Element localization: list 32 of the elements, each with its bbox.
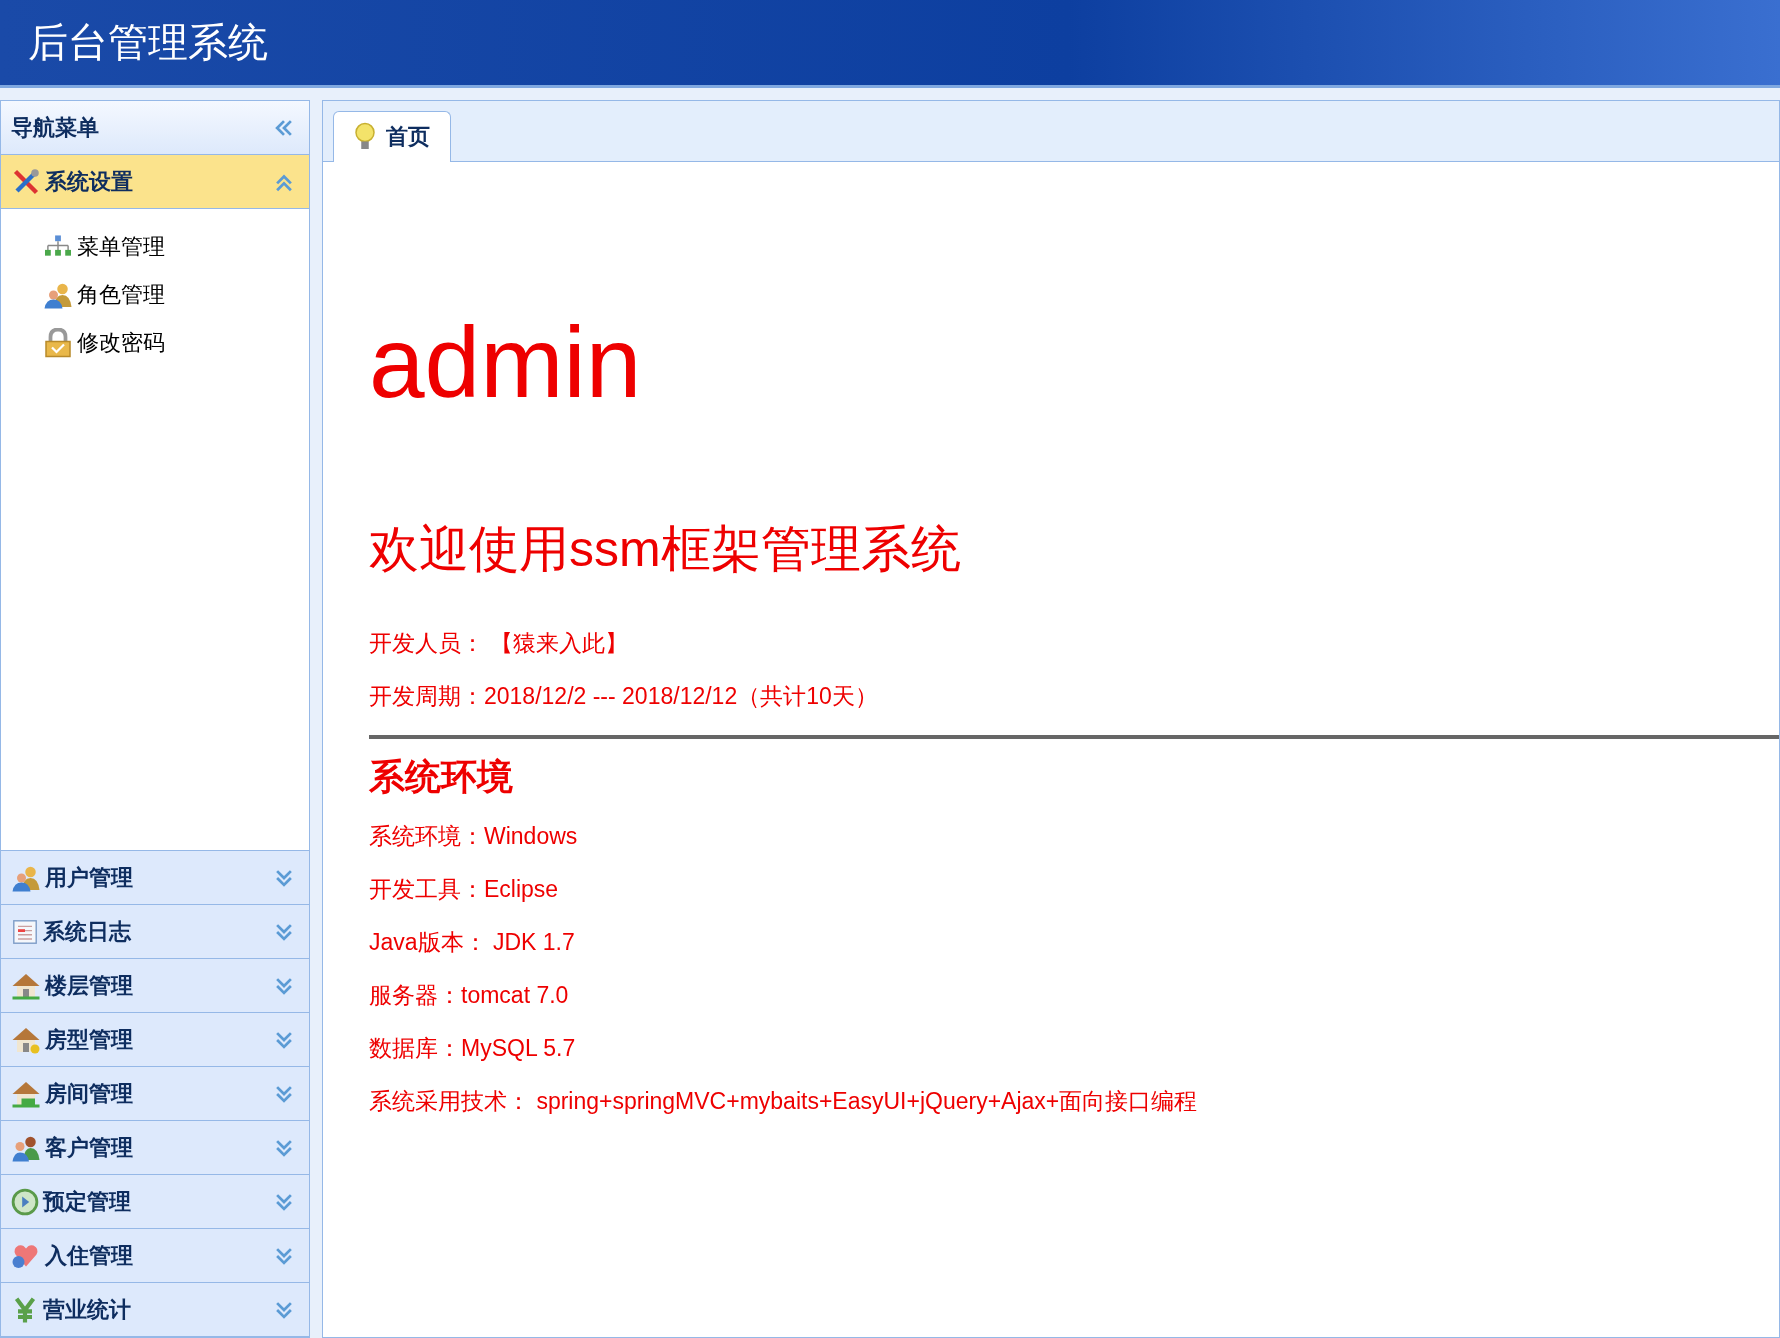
accordion-header[interactable]: 营业统计: [1, 1283, 309, 1337]
menu-item[interactable]: 修改密码: [1, 319, 309, 367]
clock-icon: [11, 1187, 39, 1216]
info-text: Java版本： JDK 1.7: [369, 928, 576, 957]
menu-item[interactable]: 菜单管理: [1, 223, 309, 271]
info-text: 服务器：tomcat 7.0: [369, 981, 570, 1010]
menu-item[interactable]: 角色管理: [1, 271, 309, 319]
tools-icon: [11, 166, 41, 197]
welcome-heading: 欢迎使用ssm框架管理系统: [369, 522, 962, 577]
app-title: 后台管理系统: [28, 18, 268, 67]
list-icon: [11, 917, 39, 946]
accordion-header[interactable]: 系统设置: [1, 155, 309, 209]
tab[interactable]: 首页: [333, 111, 451, 162]
info-text: 系统采用技术： spring+springMVC+mybaits+EasyUI+jQuery+Ajax+面向接口编程: [369, 1087, 1199, 1116]
accordion-header[interactable]: 客户管理: [1, 1121, 309, 1175]
accordion-header[interactable]: 房间管理: [1, 1067, 309, 1121]
accordion-header[interactable]: 房型管理: [1, 1013, 309, 1067]
accordion-header[interactable]: 入住管理: [1, 1229, 309, 1283]
section-heading: 系统环境: [369, 755, 514, 799]
info-text: 开发工具：Eclipse: [369, 875, 560, 904]
lightbulb-icon: [354, 122, 376, 152]
info-text: 系统环境：Windows: [369, 822, 579, 851]
nav-title: 导航菜单: [11, 113, 99, 142]
accordion-header[interactable]: 系统日志: [1, 905, 309, 959]
accordion-header[interactable]: 楼层管理: [1, 959, 309, 1013]
username-heading: admin: [369, 312, 643, 412]
lock-icon: [43, 328, 73, 358]
info-text: 开发人员： 【猿来入此】: [369, 629, 630, 658]
info-text: 数据库：MySQL 5.7: [369, 1034, 577, 1063]
accordion-header[interactable]: 用户管理: [1, 851, 309, 905]
info-text: 开发周期：2018/12/2 --- 2018/12/12（共计10天）: [369, 682, 879, 711]
accordion-header[interactable]: 预定管理: [1, 1175, 309, 1229]
